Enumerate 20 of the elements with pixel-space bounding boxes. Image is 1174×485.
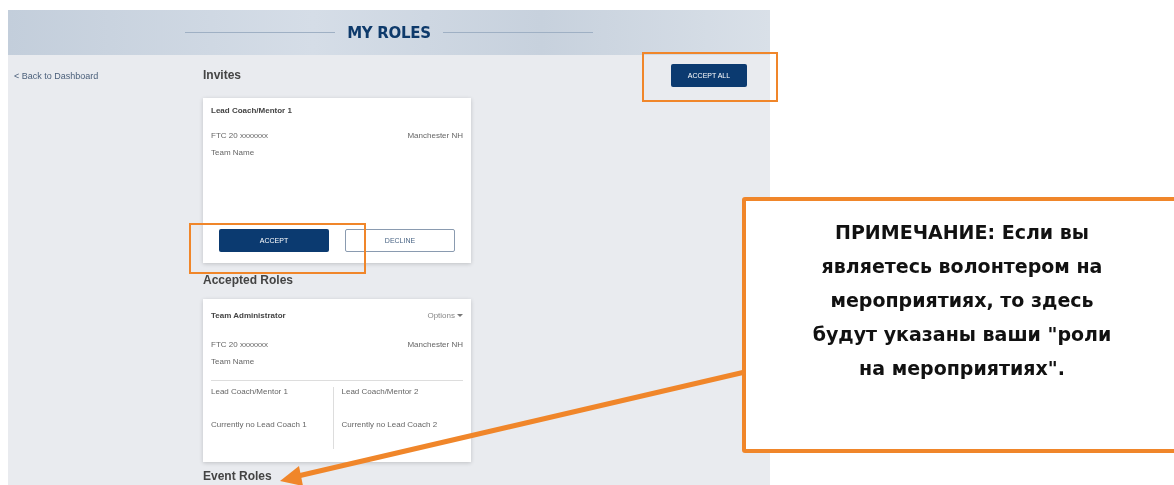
page-title: MY ROLES xyxy=(347,23,431,42)
note-text: ПРИМЕЧАНИЕ: Если вы являетесь волонтером на мероприятиях, то здесь будут указаны ваши "роли на мероприятиях". xyxy=(811,220,1113,381)
section-heading: Accepted Roles xyxy=(203,273,295,289)
team-location: Manchester NH xyxy=(407,340,463,349)
team-name: Team Name xyxy=(211,357,256,366)
caret-icon xyxy=(457,314,463,317)
coach-status: Currently no Lead Coach 2 xyxy=(341,420,439,429)
coach-status: Currently no Lead Coach 1 xyxy=(211,420,308,429)
role-title: Lead Coach/Mentor 1 xyxy=(211,106,293,115)
section-heading: Event Roles xyxy=(203,469,273,485)
team-name: Team Name xyxy=(211,148,256,157)
team-location: Manchester NH xyxy=(407,131,463,140)
coach-title: Lead Coach/Mentor 1 xyxy=(211,387,289,396)
team-number: FTC 20 xxxxxxx xyxy=(211,131,268,140)
coach-title: Lead Coach/Mentor 2 xyxy=(341,387,420,396)
options-menu[interactable]: Options xyxy=(427,311,455,320)
section-heading: Invites xyxy=(203,68,242,84)
back-link[interactable]: < Back to Dashboard xyxy=(14,71,99,81)
role-title: Team Administrator xyxy=(211,311,286,320)
team-number: FTC 20 xxxxxxx xyxy=(211,340,268,349)
